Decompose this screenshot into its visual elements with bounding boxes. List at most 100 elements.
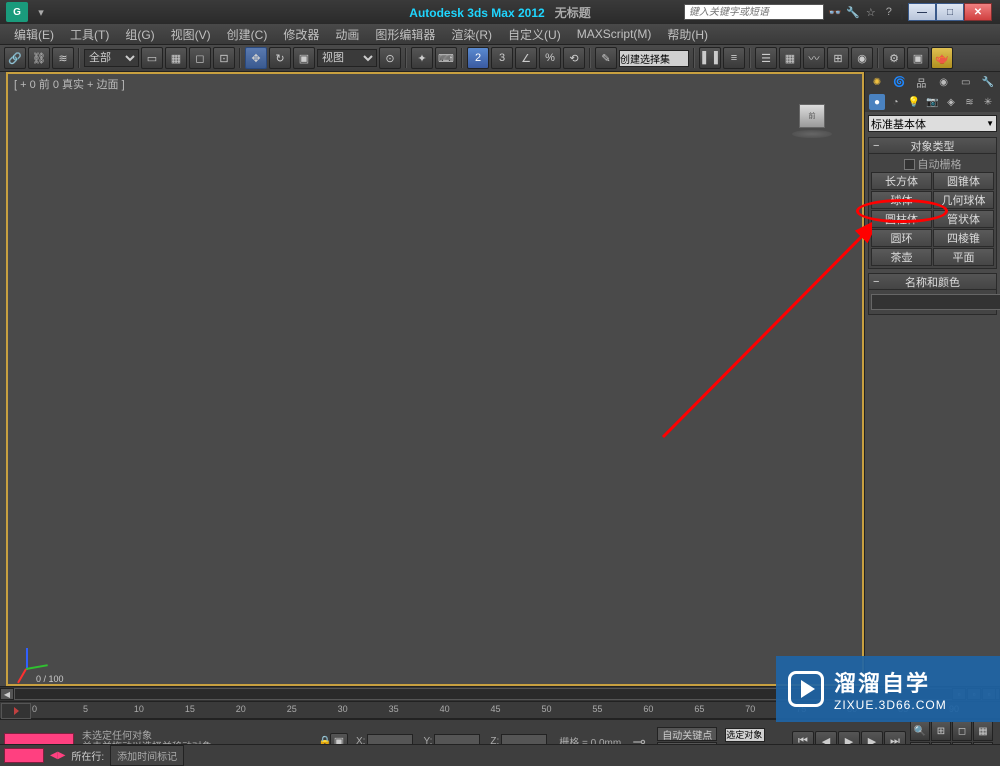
wrench-icon[interactable]: 🔧 bbox=[846, 5, 860, 19]
close-button[interactable]: ✕ bbox=[964, 3, 992, 21]
scale-icon[interactable]: ▣ bbox=[293, 47, 315, 69]
rollout-header[interactable]: −对象类型 bbox=[869, 138, 996, 154]
key-selset[interactable] bbox=[725, 728, 765, 742]
motion-tab-icon[interactable]: ◉ bbox=[936, 74, 952, 90]
spinner-snap-icon[interactable]: ⟲ bbox=[563, 47, 585, 69]
systems-subtab-icon[interactable]: ✳ bbox=[980, 94, 996, 110]
angle-snap-icon[interactable]: ∠ bbox=[515, 47, 537, 69]
primitive-圆柱体[interactable]: 圆柱体 bbox=[871, 210, 932, 228]
watermark-play-icon bbox=[788, 671, 824, 707]
align-icon[interactable]: ≡ bbox=[723, 47, 745, 69]
row-label: 所在行: bbox=[71, 748, 104, 763]
helpers-subtab-icon[interactable]: ◈ bbox=[943, 94, 959, 110]
minimize-button[interactable]: — bbox=[908, 3, 936, 21]
star-icon[interactable]: ☆ bbox=[864, 5, 878, 19]
primitive-球体[interactable]: 球体 bbox=[871, 191, 932, 209]
zoom-extents-all-icon[interactable]: ▦ bbox=[973, 721, 993, 741]
named-selection-set[interactable] bbox=[619, 50, 689, 67]
object-name-input[interactable] bbox=[871, 294, 1000, 310]
menu-create[interactable]: 创建(C) bbox=[219, 24, 276, 45]
selection-status: 未选定任何对象 bbox=[82, 731, 318, 742]
primitive-长方体[interactable]: 长方体 bbox=[871, 172, 932, 190]
select-name-icon[interactable]: ▦ bbox=[165, 47, 187, 69]
rect-region-icon[interactable]: ◻ bbox=[189, 47, 211, 69]
snap-3d-icon[interactable]: 3 bbox=[491, 47, 513, 69]
selection-filter[interactable]: 全部 bbox=[84, 49, 139, 67]
geometry-subtab-icon[interactable]: ● bbox=[869, 94, 885, 110]
primitive-茶壶[interactable]: 茶壶 bbox=[871, 248, 932, 266]
viewcube-face[interactable]: 前 bbox=[799, 104, 825, 128]
rotate-icon[interactable]: ↻ bbox=[269, 47, 291, 69]
help-search-input[interactable] bbox=[684, 4, 824, 20]
bind-icon[interactable]: ≋ bbox=[52, 47, 74, 69]
menu-edit[interactable]: 编辑(E) bbox=[6, 24, 62, 45]
row-label-icon[interactable]: ◀▶ bbox=[50, 750, 65, 761]
lights-subtab-icon[interactable]: 💡 bbox=[906, 94, 922, 110]
move-icon[interactable]: ✥ bbox=[245, 47, 267, 69]
edit-selection-set-icon[interactable]: ✎ bbox=[595, 47, 617, 69]
modify-tab-icon[interactable]: 🌀 bbox=[891, 74, 907, 90]
render-icon[interactable]: 🫖 bbox=[931, 47, 953, 69]
graphite-icon[interactable]: ▦ bbox=[779, 47, 801, 69]
spacewarps-subtab-icon[interactable]: ≋ bbox=[962, 94, 978, 110]
autokey-button[interactable]: 自动关键点 bbox=[657, 727, 717, 741]
render-frame-icon[interactable]: ▣ bbox=[907, 47, 929, 69]
schematic-icon[interactable]: ⊞ bbox=[827, 47, 849, 69]
help-icon[interactable]: ? bbox=[882, 5, 896, 19]
frame-marker[interactable] bbox=[4, 748, 44, 763]
maximize-button[interactable]: □ bbox=[936, 3, 964, 21]
primitive-圆环[interactable]: 圆环 bbox=[871, 229, 932, 247]
primitive-平面[interactable]: 平面 bbox=[933, 248, 994, 266]
ref-coord-system[interactable]: 视图 bbox=[317, 49, 377, 67]
render-setup-icon[interactable]: ⚙ bbox=[883, 47, 905, 69]
pivot-icon[interactable]: ⊙ bbox=[379, 47, 401, 69]
snap-2d-icon[interactable]: 2 bbox=[467, 47, 489, 69]
menu-help[interactable]: 帮助(H) bbox=[659, 24, 716, 45]
zoom-extents-icon[interactable]: ◻ bbox=[952, 721, 972, 741]
binoculars-icon[interactable]: 👓 bbox=[828, 5, 842, 19]
menu-modifiers[interactable]: 修改器 bbox=[275, 24, 327, 45]
display-tab-icon[interactable]: ▭ bbox=[958, 74, 974, 90]
name-color-rollout: −名称和颜色 bbox=[868, 273, 997, 315]
rollout-header-namecolor[interactable]: −名称和颜色 bbox=[869, 274, 996, 290]
zoom-icon[interactable]: 🔍 bbox=[910, 721, 930, 741]
layers-icon[interactable]: ☰ bbox=[755, 47, 777, 69]
scroll-left-icon[interactable]: ◀ bbox=[0, 688, 14, 700]
menu-tools[interactable]: 工具(T) bbox=[62, 24, 117, 45]
create-tab-icon[interactable]: ✺ bbox=[869, 74, 885, 90]
keyboard-shortcut-icon[interactable]: ⌨ bbox=[435, 47, 457, 69]
cameras-subtab-icon[interactable]: 📷 bbox=[925, 94, 941, 110]
primitive-几何球体[interactable]: 几何球体 bbox=[933, 191, 994, 209]
add-time-tag-button[interactable]: 添加时间标记 bbox=[110, 745, 184, 766]
curve-editor-icon[interactable]: 〰 bbox=[803, 47, 825, 69]
link-icon[interactable]: 🔗 bbox=[4, 47, 26, 69]
primitive-四棱锥[interactable]: 四棱锥 bbox=[933, 229, 994, 247]
unlink-icon[interactable]: ⛓ bbox=[28, 47, 50, 69]
menu-customize[interactable]: 自定义(U) bbox=[500, 24, 569, 45]
autogrid-checkbox[interactable] bbox=[904, 159, 915, 170]
viewcube[interactable]: 前 bbox=[792, 104, 832, 140]
manipulate-icon[interactable]: ✦ bbox=[411, 47, 433, 69]
menu-views[interactable]: 视图(V) bbox=[163, 24, 219, 45]
viewport[interactable]: [ + 0 前 0 真实 + 边面 ] 前 bbox=[6, 72, 864, 686]
material-editor-icon[interactable]: ◉ bbox=[851, 47, 873, 69]
utilities-tab-icon[interactable]: 🔧 bbox=[980, 74, 996, 90]
window-crossing-icon[interactable]: ⊡ bbox=[213, 47, 235, 69]
dropdown-icon[interactable]: ▾ bbox=[34, 5, 48, 19]
menu-animation[interactable]: 动画 bbox=[327, 24, 367, 45]
primitive-圆锥体[interactable]: 圆锥体 bbox=[933, 172, 994, 190]
menu-group[interactable]: 组(G) bbox=[117, 24, 162, 45]
app-icon: G bbox=[6, 2, 28, 22]
percent-snap-icon[interactable]: % bbox=[539, 47, 561, 69]
mirror-icon[interactable]: ▌▐ bbox=[699, 47, 721, 69]
menu-maxscript[interactable]: MAXScript(M) bbox=[569, 25, 660, 43]
select-object-icon[interactable]: ▭ bbox=[141, 47, 163, 69]
menu-rendering[interactable]: 渲染(R) bbox=[443, 24, 500, 45]
primitive-category-combo[interactable]: 标准基本体▼ bbox=[868, 115, 997, 132]
viewport-label[interactable]: [ + 0 前 0 真实 + 边面 ] bbox=[14, 76, 125, 92]
zoom-all-icon[interactable]: ⊞ bbox=[931, 721, 951, 741]
shapes-subtab-icon[interactable]: ◔ bbox=[888, 94, 904, 110]
hierarchy-tab-icon[interactable]: 品 bbox=[913, 74, 929, 90]
primitive-管状体[interactable]: 管状体 bbox=[933, 210, 994, 228]
menu-graph-editors[interactable]: 图形编辑器 bbox=[367, 24, 443, 45]
